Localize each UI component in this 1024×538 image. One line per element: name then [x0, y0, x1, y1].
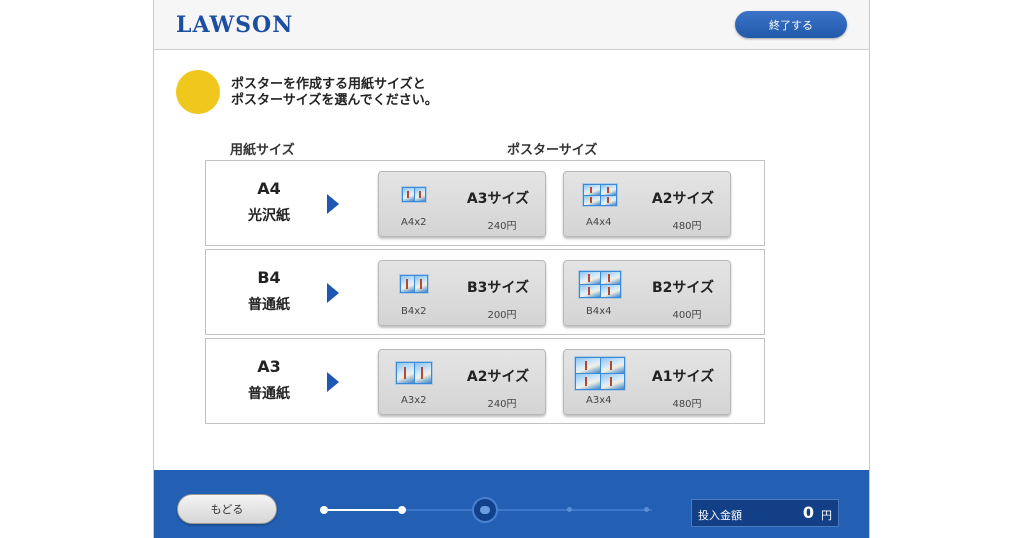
paper-type-label: 普通紙 — [248, 386, 290, 402]
sheet-layout-label: B4x4 — [586, 306, 612, 317]
poster-option-a1[interactable]: A1サイズ A3x4 480円 — [563, 349, 731, 415]
progress-line-remaining — [402, 509, 652, 511]
price-label: 400円 — [672, 310, 702, 321]
progress-step-dot — [320, 506, 328, 514]
progress-step-dot — [567, 507, 572, 512]
arrow-right-icon — [327, 283, 339, 303]
inserted-amount-label: 投入金額 — [698, 509, 742, 522]
poster-2-panel-icon — [395, 361, 433, 385]
price-label: 200円 — [487, 310, 517, 321]
poster-size-name: B2サイズ — [652, 280, 714, 296]
sheet-layout-label: A4x2 — [401, 217, 427, 228]
poster-size-column-header: ポスターサイズ — [507, 143, 598, 158]
paper-row-a4: A4 光沢紙 A3サイズ A4x2 240円 A2サイズ A4x4 480円 — [205, 160, 765, 246]
paper-type-label: 普通紙 — [248, 297, 290, 313]
poster-2-panel-icon — [399, 274, 429, 294]
inserted-amount-value: 0 — [802, 503, 814, 522]
poster-option-a2[interactable]: A2サイズ A4x4 480円 — [563, 171, 731, 237]
poster-option-b2[interactable]: B2サイズ B4x4 400円 — [563, 260, 731, 326]
progress-step-dot — [644, 507, 649, 512]
poster-2-panel-icon — [401, 186, 427, 203]
arrow-right-icon — [327, 194, 339, 214]
poster-size-name: B3サイズ — [467, 280, 529, 296]
paper-size-label: B4 — [257, 268, 281, 287]
header-bar: LAWSON 終了する — [154, 0, 869, 50]
footer-bar: もどる 投入金額 0 円 — [154, 470, 869, 538]
paper-size-column-header: 用紙サイズ — [230, 143, 295, 158]
lawson-logo: LAWSON — [176, 12, 294, 38]
end-button[interactable]: 終了する — [735, 11, 847, 38]
sheet-layout-label: A3x4 — [586, 395, 612, 406]
back-button[interactable]: もどる — [177, 494, 277, 524]
poster-size-name: A3サイズ — [466, 191, 530, 207]
arrow-right-icon — [327, 372, 339, 392]
poster-option-b3[interactable]: B3サイズ B4x2 200円 — [378, 260, 546, 326]
sheet-layout-label: B4x2 — [401, 306, 427, 317]
poster-4-panel-icon — [582, 183, 618, 207]
poster-size-name: A2サイズ — [466, 369, 530, 385]
poster-4-panel-icon — [578, 270, 622, 299]
poster-option-a2[interactable]: A2サイズ A3x2 240円 — [378, 349, 546, 415]
paper-size-label: A4 — [257, 179, 281, 198]
price-label: 480円 — [672, 221, 702, 232]
inserted-amount-unit: 円 — [821, 509, 832, 522]
poster-size-name: A2サイズ — [651, 191, 715, 207]
poster-print-screen: LAWSON 終了する ポスターを作成する用紙サイズと ポスターサイズを選んでく… — [153, 0, 870, 538]
progress-current-step-icon — [472, 497, 498, 523]
price-label: 240円 — [487, 399, 517, 410]
instruction-line-1: ポスターを作成する用紙サイズと — [231, 77, 426, 92]
paper-row-b4: B4 普通紙 B3サイズ B4x2 200円 B2サイズ B4x4 400円 — [205, 249, 765, 335]
price-label: 240円 — [487, 221, 517, 232]
paper-size-label: A3 — [257, 357, 281, 376]
price-label: 480円 — [672, 399, 702, 410]
paper-type-label: 光沢紙 — [248, 208, 290, 224]
inserted-amount-display: 投入金額 0 円 — [691, 499, 839, 527]
sheet-layout-label: A4x4 — [586, 217, 612, 228]
poster-4-panel-icon — [574, 356, 626, 391]
sheet-layout-label: A3x2 — [401, 395, 427, 406]
progress-line-done — [324, 509, 402, 511]
paper-row-a3: A3 普通紙 A2サイズ A3x2 240円 A1サイズ A3x4 480円 — [205, 338, 765, 424]
step-indicator-circle-icon — [176, 70, 220, 114]
instruction-line-2: ポスターサイズを選んでください。 — [231, 93, 438, 108]
poster-option-a3[interactable]: A3サイズ A4x2 240円 — [378, 171, 546, 237]
poster-size-name: A1サイズ — [651, 369, 715, 385]
progress-step-dot — [398, 506, 406, 514]
instruction-text: ポスターを作成する用紙サイズと ポスターサイズを選んでください。 — [231, 77, 438, 109]
